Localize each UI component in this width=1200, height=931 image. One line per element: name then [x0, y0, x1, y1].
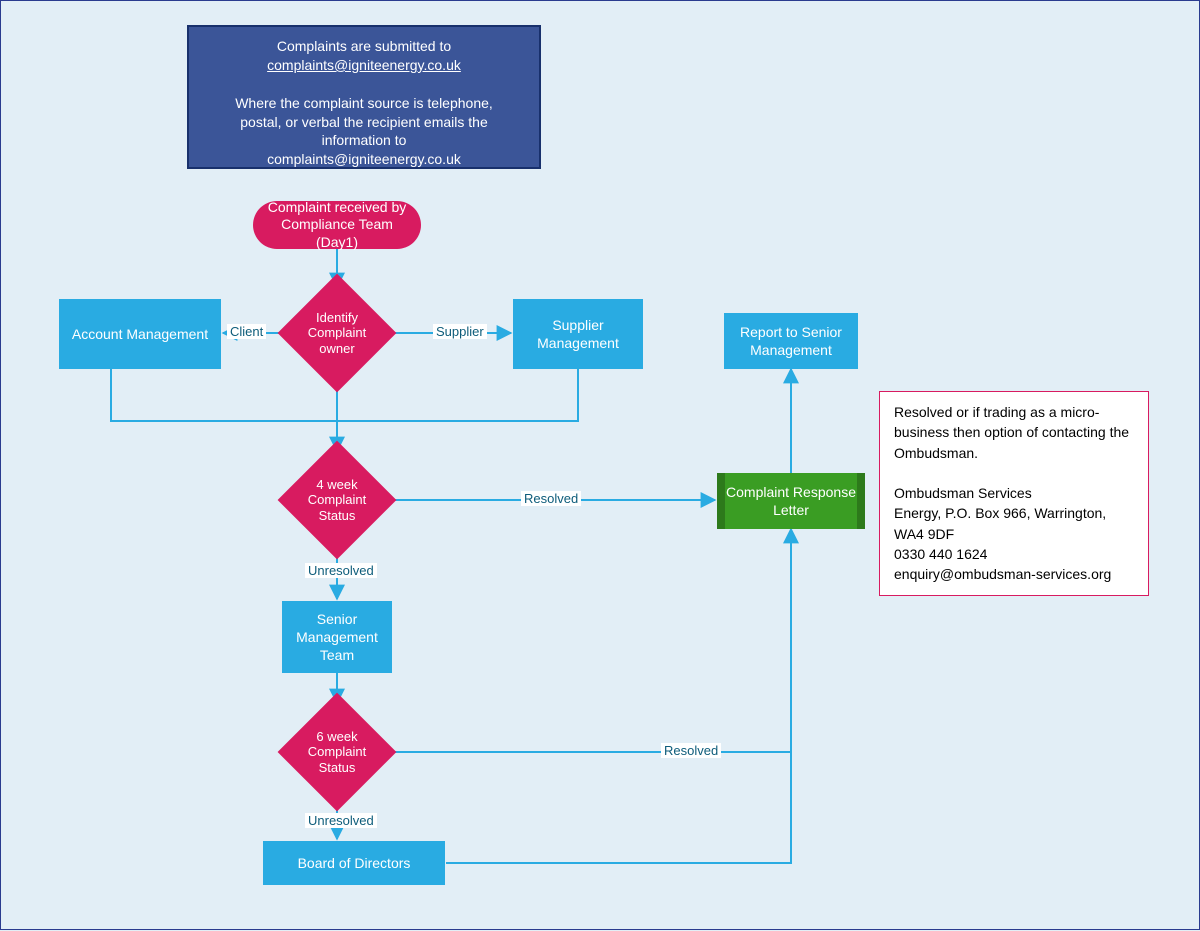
node-account-management-label: Account Management	[72, 325, 208, 343]
complaints-email-link[interactable]: complaints@igniteenergy.co.uk	[267, 57, 461, 73]
edge-label-unresolved-4w: Unresolved	[305, 563, 377, 578]
node-identify-diamond: Identify Complaint owner	[295, 291, 379, 375]
header-info-box: Complaints are submitted to complaints@i…	[187, 25, 541, 169]
flowchart-frame: Complaints are submitted to complaints@i…	[0, 0, 1200, 930]
info-ombudsman-name: Ombudsman Services	[894, 483, 1134, 503]
node-response-letter: Complaint Response Letter	[717, 473, 865, 529]
ombudsman-info-box: Resolved or if trading as a micro-busine…	[879, 391, 1149, 596]
node-6week-status-diamond: 6 week Complaint Status	[295, 710, 379, 794]
node-start: Complaint received by Compliance Team (D…	[253, 201, 421, 249]
node-identify-label: Identify Complaint owner	[301, 310, 373, 357]
edge-label-client: Client	[227, 324, 266, 339]
node-senior-management-team: Senior Management Team	[282, 601, 392, 673]
edge-label-resolved-4w: Resolved	[521, 491, 581, 506]
node-supplier-management: Supplier Management	[513, 299, 643, 369]
node-report-senior-label: Report to Senior Management	[728, 323, 854, 359]
node-account-management: Account Management	[59, 299, 221, 369]
edge-label-resolved-6w: Resolved	[661, 743, 721, 758]
node-start-label: Complaint received by Compliance Team (D…	[265, 199, 409, 252]
info-ombudsman-email: enquiry@ombudsman-services.org	[894, 564, 1134, 584]
info-ombudsman-phone: 0330 440 1624	[894, 544, 1134, 564]
node-6week-status-label: 6 week Complaint Status	[301, 729, 373, 776]
node-board-of-directors: Board of Directors	[263, 841, 445, 885]
node-4week-status-label: 4 week Complaint Status	[301, 477, 373, 524]
info-ombudsman-address: Energy, P.O. Box 966, Warrington, WA4 9D…	[894, 503, 1134, 544]
edge-label-unresolved-6w: Unresolved	[305, 813, 377, 828]
header-line1: Complaints are submitted to	[277, 38, 451, 54]
node-4week-status-diamond: 4 week Complaint Status	[295, 458, 379, 542]
node-response-letter-label: Complaint Response Letter	[725, 483, 857, 519]
node-board-label: Board of Directors	[298, 854, 411, 872]
node-supplier-management-label: Supplier Management	[517, 316, 639, 352]
info-resolved-line: Resolved or if trading as a micro-busine…	[894, 402, 1134, 463]
header-line2b: postal, or verbal the recipient emails t…	[240, 114, 487, 130]
header-line2c: information to	[322, 132, 407, 148]
node-senior-management-label: Senior Management Team	[286, 610, 388, 665]
header-line2d: complaints@igniteenergy.co.uk	[267, 151, 461, 167]
header-line2a: Where the complaint source is telephone,	[235, 95, 493, 111]
edge-label-supplier: Supplier	[433, 324, 487, 339]
node-report-senior: Report to Senior Management	[724, 313, 858, 369]
